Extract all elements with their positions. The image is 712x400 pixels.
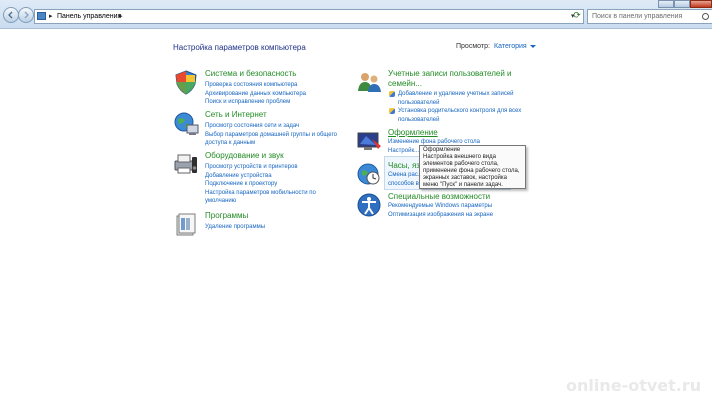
link-homegroup-cont[interactable]: доступа к данным: [205, 139, 337, 148]
link-parental-control-cont[interactable]: пользователей: [388, 116, 521, 125]
link-add-remove-accounts-cont[interactable]: пользователей: [388, 99, 521, 108]
back-button[interactable]: [3, 7, 19, 23]
category-links: Проверка состояния компьютера Архивирова…: [205, 81, 306, 107]
tooltip-line: меню "Пуск" и панели задач.: [423, 182, 503, 188]
category-title[interactable]: Оформление: [388, 128, 438, 137]
hardware-sound-icon[interactable]: [173, 151, 199, 177]
window-titlebar: ▸ Панель управления ▸ ▾ ⟳ Поиск в панели…: [0, 0, 712, 29]
tooltip-line: экранных заставок, настройка: [423, 175, 508, 181]
category-title[interactable]: Программы: [205, 211, 248, 220]
address-bar[interactable]: ▸ Панель управления ▸ ▾: [34, 9, 584, 24]
minimize-button[interactable]: [658, 0, 674, 8]
page-title: Настройка параметров компьютера: [173, 43, 306, 52]
link-parental-control[interactable]: Установка родительского контроля для все…: [388, 107, 521, 116]
arrow-left-icon: [8, 11, 13, 19]
category-links: Просмотр устройств и принтеров Добавлени…: [205, 163, 316, 206]
category-title-cont[interactable]: семейн...: [388, 79, 422, 88]
arrow-right-icon: [24, 11, 29, 19]
refresh-button[interactable]: ⟳: [571, 9, 583, 22]
breadcrumb-control-panel[interactable]: Панель управления: [57, 10, 121, 23]
category-links: Просмотр состояния сети и задач Выбор па…: [205, 122, 337, 148]
watermark: online-otvet.ru: [566, 376, 702, 395]
search-placeholder: Поиск в панели управления: [592, 13, 683, 20]
category-title[interactable]: Система и безопасность: [205, 69, 296, 78]
category-title[interactable]: Учетные записи пользователей и: [388, 69, 511, 78]
tooltip-line: Настройка внешнего вида: [423, 154, 496, 160]
link-mobility[interactable]: Настройка параметров мобильности по: [205, 189, 316, 198]
clock-language-icon[interactable]: [356, 161, 382, 187]
forward-button[interactable]: [18, 7, 34, 23]
link-recommended-settings[interactable]: Рекомендуемые Windows параметры: [388, 202, 493, 211]
link-check-status[interactable]: Проверка состояния компьютера: [205, 81, 306, 90]
accessibility-icon[interactable]: [356, 192, 382, 218]
tooltip-line: применение фона рабочего стола,: [423, 168, 520, 174]
programs-icon[interactable]: [173, 211, 199, 237]
category-links: Добавление и удаление учетных записей по…: [388, 90, 521, 124]
link-homegroup[interactable]: Выбор параметров домашней группы и общег…: [205, 131, 337, 140]
tooltip-line: Оформление: [423, 147, 461, 153]
appearance-icon[interactable]: [356, 128, 382, 154]
view-by-label: Просмотр:: [456, 43, 490, 50]
window-controls: [658, 0, 712, 8]
category-title[interactable]: Сеть и Интернет: [205, 110, 267, 119]
search-input[interactable]: Поиск в панели управления: [587, 9, 712, 24]
link-optimize-display[interactable]: Оптимизация изображения на экране: [388, 211, 493, 220]
network-icon[interactable]: [173, 110, 199, 136]
link-devices-printers[interactable]: Просмотр устройств и принтеров: [205, 163, 316, 172]
user-accounts-icon[interactable]: [356, 69, 382, 95]
category-title[interactable]: Оборудование и звук: [205, 151, 284, 160]
tooltip-line: элементов рабочего стола,: [423, 161, 499, 167]
appearance-tooltip: Оформление Настройка внешнего вида элеме…: [419, 145, 526, 189]
link-projector[interactable]: Подключение к проектору: [205, 180, 316, 189]
link-uninstall[interactable]: Удаление программы: [205, 223, 265, 232]
link-backup[interactable]: Архивирование данных компьютера: [205, 90, 306, 99]
close-button[interactable]: [690, 0, 712, 8]
link-add-remove-accounts[interactable]: Добавление и удаление учетных записей: [388, 90, 521, 99]
link-network-status[interactable]: Просмотр состояния сети и задач: [205, 122, 337, 131]
category-title[interactable]: Специальные возможности: [388, 192, 490, 201]
control-panel-icon: [37, 12, 46, 20]
category-links: Удаление программы: [205, 223, 265, 232]
view-by-dropdown[interactable]: Категория: [494, 43, 536, 50]
breadcrumb-separator-icon[interactable]: ▸: [119, 10, 123, 23]
system-security-icon[interactable]: [173, 69, 199, 95]
category-links: Рекомендуемые Windows параметры Оптимиза…: [388, 202, 493, 219]
maximize-button[interactable]: [674, 0, 690, 8]
link-mobility-cont[interactable]: умолчанию: [205, 197, 316, 206]
link-add-device[interactable]: Добавление устройства: [205, 172, 316, 181]
search-icon[interactable]: [702, 13, 709, 20]
main-content: Настройка параметров компьютера Просмотр…: [0, 29, 712, 400]
link-troubleshoot[interactable]: Поиск и исправление проблем: [205, 98, 306, 107]
breadcrumb-separator-icon[interactable]: ▸: [49, 10, 53, 23]
